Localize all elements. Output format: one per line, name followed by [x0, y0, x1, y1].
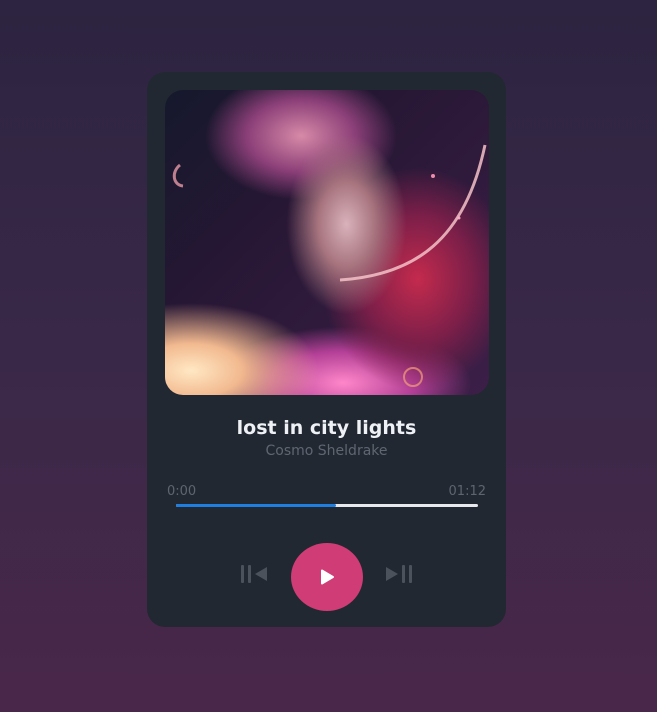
duration-time: 01:12	[448, 484, 486, 499]
track-artist: Cosmo Sheldrake	[265, 443, 388, 459]
music-player-card: lost in city lights Cosmo Sheldrake 0:00…	[147, 72, 506, 627]
previous-track-button[interactable]	[237, 562, 271, 586]
next-track-button[interactable]	[382, 562, 416, 586]
album-art	[165, 90, 489, 395]
skip-next-icon	[386, 565, 412, 583]
play-button[interactable]	[291, 543, 363, 611]
skip-previous-icon	[241, 565, 267, 583]
progress-bar[interactable]	[176, 504, 478, 507]
progress-fill	[176, 504, 337, 507]
current-time: 0:00	[167, 484, 197, 499]
track-title: lost in city lights	[236, 417, 417, 439]
play-icon	[321, 569, 334, 585]
